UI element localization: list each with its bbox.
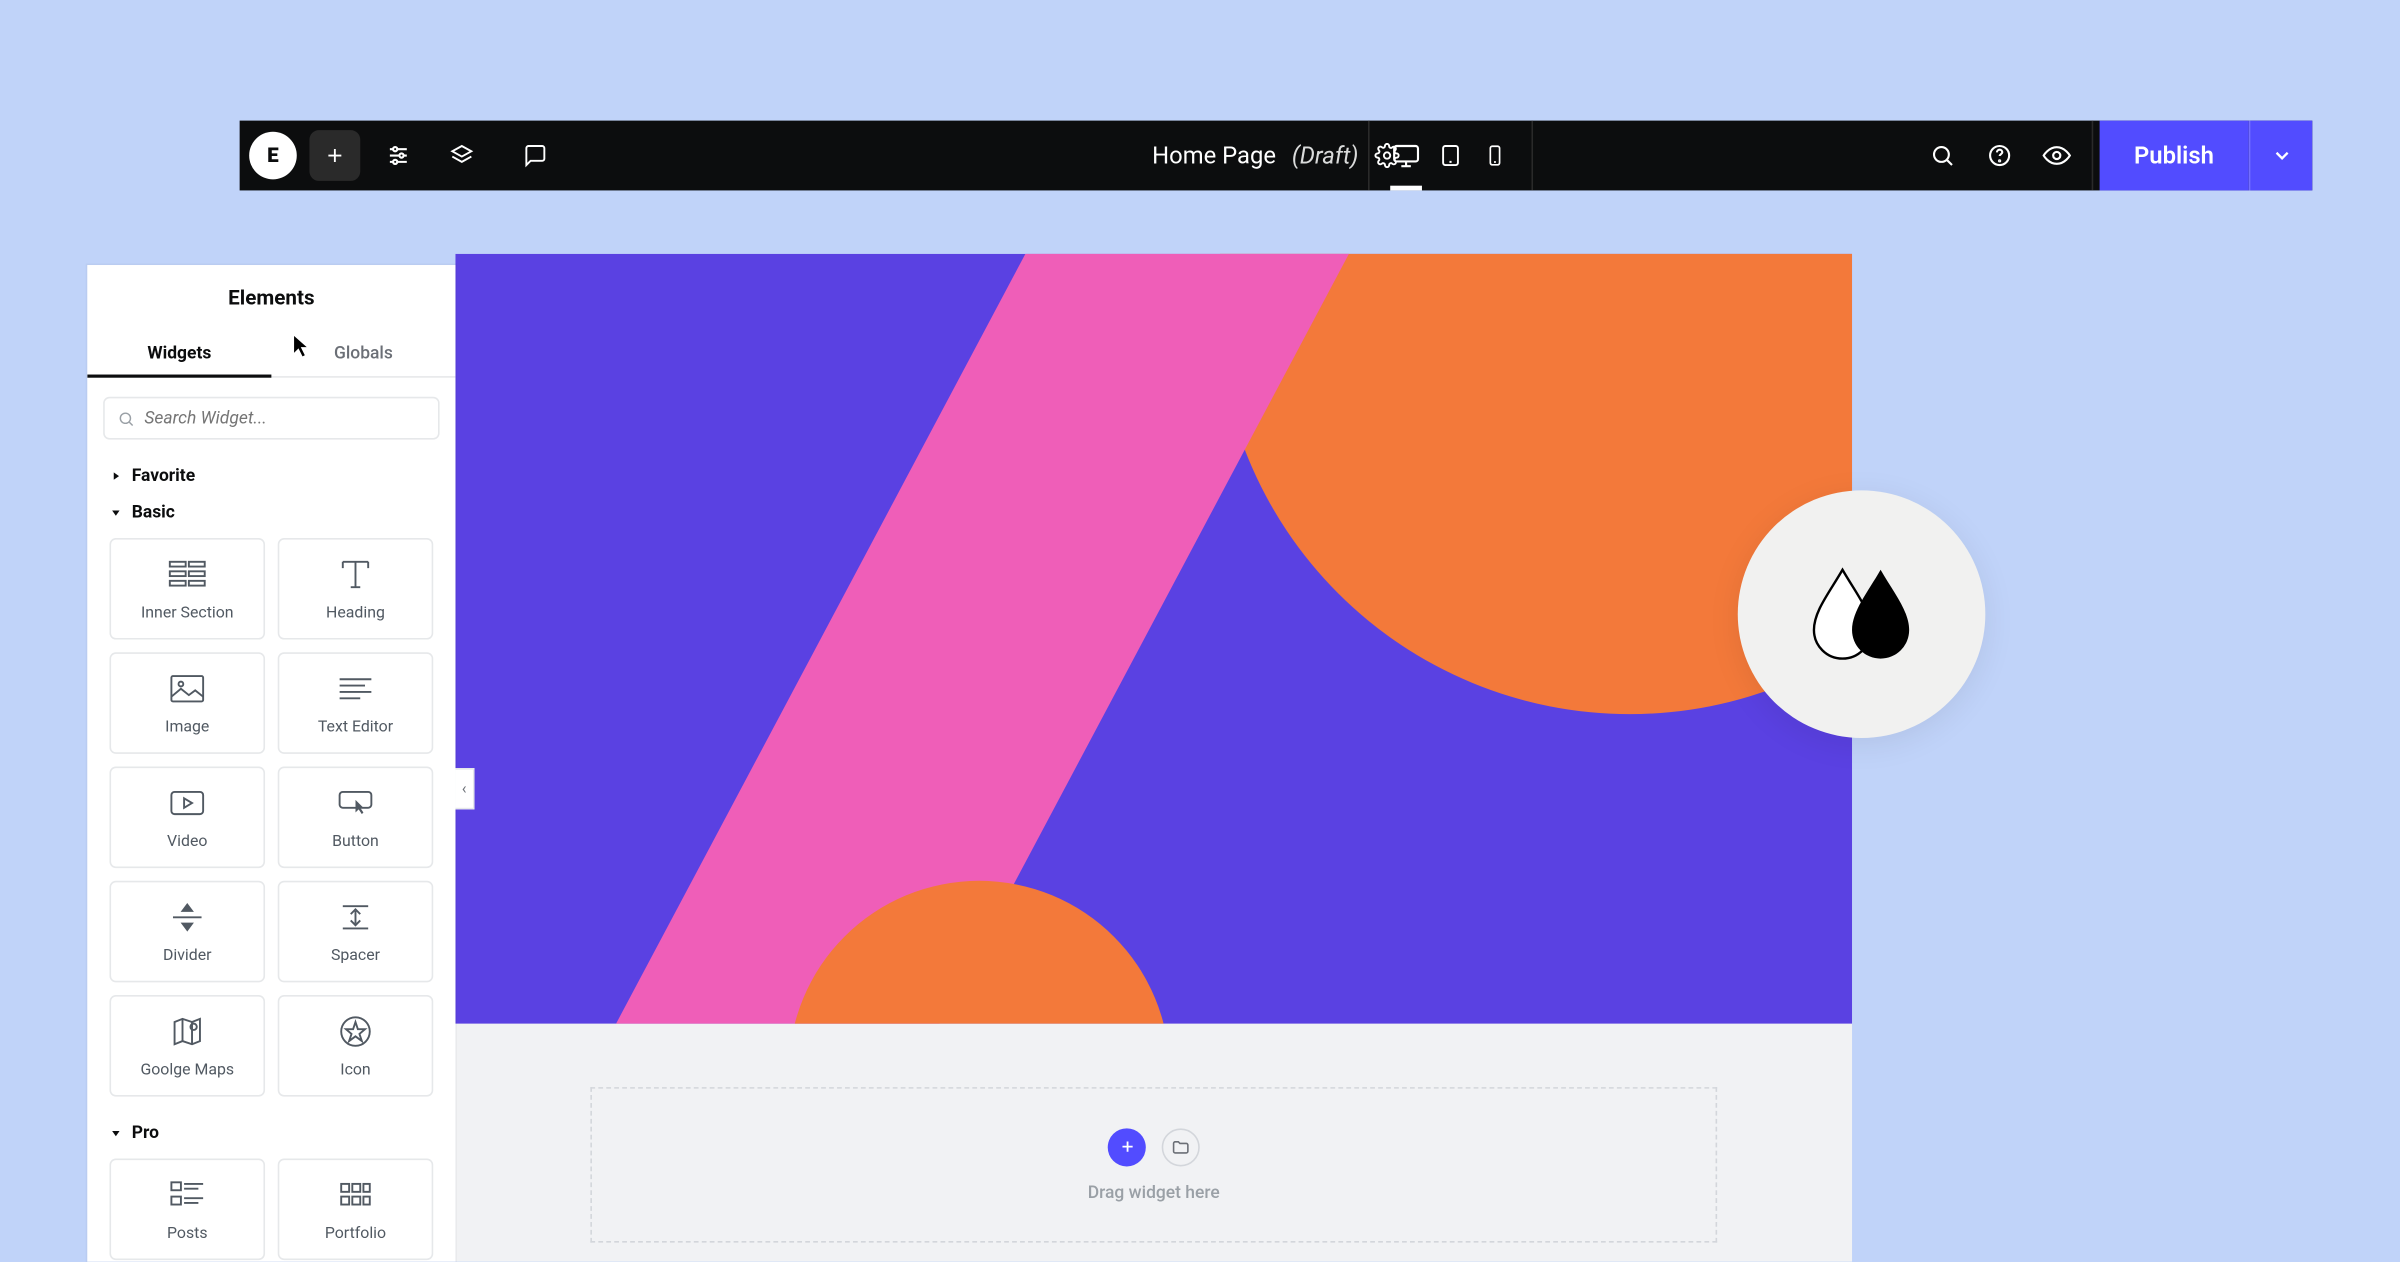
search-button[interactable] xyxy=(1913,130,1970,181)
page-title: Home Page xyxy=(1152,141,1276,170)
publish-button[interactable]: Publish xyxy=(2099,121,2249,191)
widget-button[interactable]: Button xyxy=(278,767,434,869)
cursor-icon xyxy=(292,333,311,358)
section-favorite[interactable]: Favorite xyxy=(87,452,455,489)
widget-label: Button xyxy=(332,832,379,849)
panel-collapse-toggle[interactable]: ‹ xyxy=(455,768,474,809)
text-editor-icon xyxy=(338,671,373,706)
caret-down-icon xyxy=(110,1126,123,1139)
widget-label: Posts xyxy=(167,1224,208,1241)
layers-button[interactable] xyxy=(436,130,487,181)
basic-widgets-grid: Inner Section Heading Image Text Editor … xyxy=(87,525,455,1109)
widget-label: Divider xyxy=(163,947,212,964)
widget-search[interactable] xyxy=(103,397,439,440)
page-status: (Draft) xyxy=(1292,141,1359,170)
elements-panel: Elements Widgets Globals Favorite Basic … xyxy=(87,265,455,1262)
search-icon xyxy=(117,409,134,428)
divider-icon xyxy=(170,899,205,934)
widget-label: Portfolio xyxy=(325,1224,386,1241)
widget-google-maps[interactable]: Goolge Maps xyxy=(110,995,266,1097)
widget-label: Goolge Maps xyxy=(140,1061,234,1078)
comments-button[interactable] xyxy=(509,130,560,181)
pro-widgets-grid: Posts Portfolio xyxy=(87,1146,455,1262)
widget-label: Inner Section xyxy=(141,604,234,621)
widget-portfolio[interactable]: Portfolio xyxy=(278,1159,434,1261)
top-toolbar: E Home Page (Draft) xyxy=(240,121,2313,191)
inner-section-icon xyxy=(168,556,206,591)
video-icon xyxy=(170,785,205,820)
widget-label: Heading xyxy=(326,604,385,621)
tab-widgets[interactable]: Widgets xyxy=(87,330,271,376)
panel-title: Elements xyxy=(87,265,455,330)
hero-section[interactable] xyxy=(455,254,1852,1024)
star-icon xyxy=(338,1013,373,1048)
section-favorite-label: Favorite xyxy=(132,465,195,486)
posts-icon xyxy=(170,1177,205,1212)
maps-icon xyxy=(171,1013,203,1048)
dropzone-hint: Drag widget here xyxy=(1088,1182,1220,1203)
section-basic-label: Basic xyxy=(132,501,175,522)
panel-tabs: Widgets Globals xyxy=(87,330,455,378)
heading-icon xyxy=(338,556,373,591)
spacer-icon xyxy=(338,899,373,934)
widget-label: Image xyxy=(165,718,209,735)
section-pro[interactable]: Pro xyxy=(87,1109,455,1146)
widget-label: Text Editor xyxy=(318,718,393,735)
widget-label: Icon xyxy=(340,1061,370,1078)
device-desktop[interactable] xyxy=(1385,121,1426,191)
toolbar-left-group: E xyxy=(240,130,561,181)
caret-right-icon xyxy=(110,469,123,482)
widget-text-editor[interactable]: Text Editor xyxy=(278,652,434,754)
widget-dropzone[interactable]: Drag widget here xyxy=(590,1087,1717,1243)
widget-video[interactable]: Video xyxy=(110,767,266,869)
dropzone-template-button[interactable] xyxy=(1162,1128,1200,1166)
droplets-icon xyxy=(1798,560,1925,668)
responsive-devices xyxy=(1368,121,1533,191)
divider xyxy=(2091,121,2093,191)
widget-spacer[interactable]: Spacer xyxy=(278,881,434,983)
portfolio-icon xyxy=(340,1177,372,1212)
widget-posts[interactable]: Posts xyxy=(110,1159,266,1261)
dropzone-add-button[interactable] xyxy=(1108,1128,1146,1166)
dropzone-actions xyxy=(1108,1128,1200,1166)
editor-canvas[interactable]: Drag widget here xyxy=(455,254,1852,1262)
settings-sliders-button[interactable] xyxy=(373,130,424,181)
button-icon xyxy=(338,785,373,820)
section-pro-label: Pro xyxy=(132,1122,159,1143)
device-mobile[interactable] xyxy=(1474,121,1515,191)
widget-divider[interactable]: Divider xyxy=(110,881,266,983)
image-icon xyxy=(170,671,205,706)
device-tablet[interactable] xyxy=(1430,121,1471,191)
toolbar-right-group: Publish xyxy=(1913,121,2312,191)
color-droplets-badge xyxy=(1738,490,1986,738)
section-basic[interactable]: Basic xyxy=(87,489,455,526)
preview-button[interactable] xyxy=(2028,130,2085,181)
widget-search-input[interactable] xyxy=(144,408,425,429)
widget-label: Spacer xyxy=(331,947,380,964)
publish-dropdown[interactable] xyxy=(2249,121,2312,191)
widget-inner-section[interactable]: Inner Section xyxy=(110,538,266,640)
help-button[interactable] xyxy=(1971,130,2028,181)
widget-icon[interactable]: Icon xyxy=(278,995,434,1097)
widget-label: Video xyxy=(167,832,207,849)
add-element-button[interactable] xyxy=(309,130,360,181)
widget-image[interactable]: Image xyxy=(110,652,266,754)
page-title-group: Home Page (Draft) xyxy=(1152,141,1400,170)
caret-down-icon xyxy=(110,505,123,518)
widget-heading[interactable]: Heading xyxy=(278,538,434,640)
elementor-logo[interactable]: E xyxy=(249,132,297,180)
